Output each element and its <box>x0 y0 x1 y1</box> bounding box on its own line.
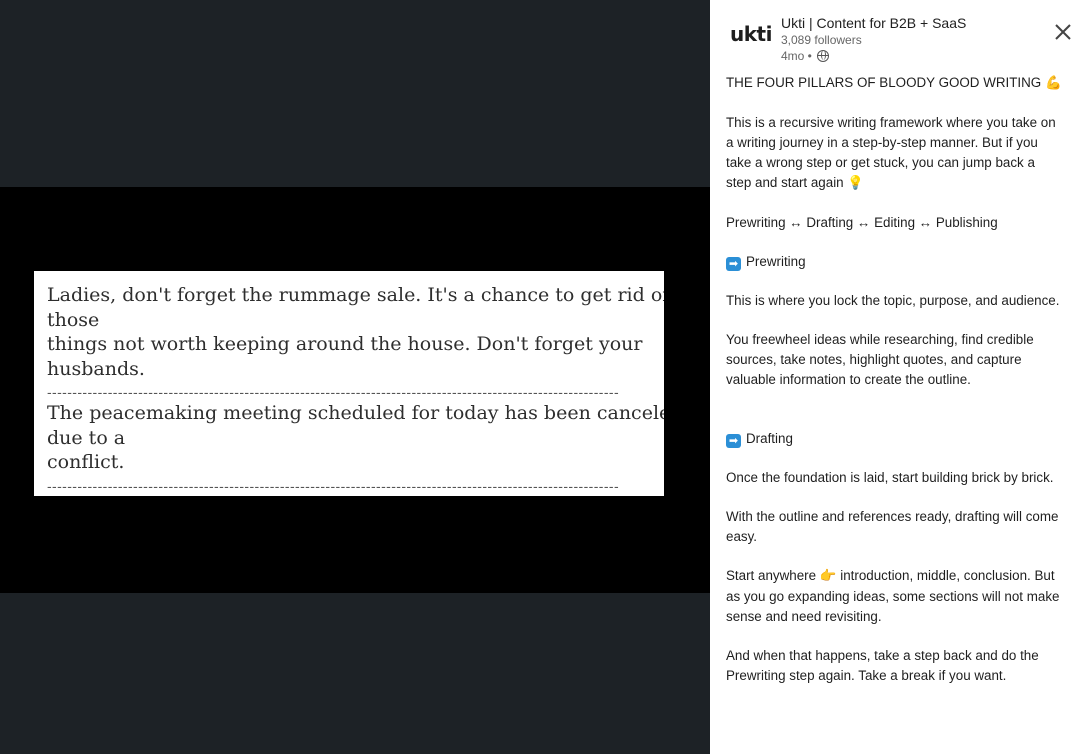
post-paragraph: And when that happens, take a step back … <box>726 648 1039 683</box>
section-heading-text: Drafting <box>746 431 793 446</box>
post-meta: 4mo • <box>781 49 829 63</box>
post-paragraph: This is where you lock the topic, purpos… <box>726 293 1060 308</box>
section-heading-text: Prewriting <box>746 254 806 269</box>
post-title-text: THE FOUR PILLARS OF BLOODY GOOD WRITING <box>726 75 1042 90</box>
flexed-biceps-icon: 💪 <box>1044 76 1062 91</box>
company-logo[interactable]: ukti <box>730 22 772 46</box>
post-header: ukti Ukti | Content for B2B + SaaS 3,089… <box>710 0 1078 72</box>
arrow-right-icon: ➡ <box>726 434 741 448</box>
post-paragraph: You freewheel ideas while researching, f… <box>726 332 1034 387</box>
image-divider: ----------------------------------------… <box>47 385 620 399</box>
post-title: THE FOUR PILLARS OF BLOODY GOOD WRITING … <box>726 73 1062 94</box>
post-paragraph: Start anywhere 👉 introduction, middle, c… <box>726 566 1062 627</box>
post-paragraph: Once the foundation is laid, start build… <box>726 470 1054 485</box>
follower-count: 3,089 followers <box>781 33 862 47</box>
section-heading: ➡ Drafting <box>726 429 1062 449</box>
post-text: THE FOUR PILLARS OF BLOODY GOOD WRITING … <box>710 73 1078 686</box>
post-paragraph: This is a recursive writing framework wh… <box>726 113 1062 194</box>
close-icon <box>1055 24 1071 40</box>
image-text-line: conflict. <box>47 451 125 473</box>
paragraph-text: Start anywhere <box>726 568 817 583</box>
post-time: 4mo • <box>781 49 812 63</box>
image-text-line: due to a <box>47 426 126 449</box>
close-button[interactable] <box>1052 21 1074 43</box>
media-band: Ladies, don't forget the rummage sale. I… <box>0 187 710 593</box>
image-text-line: Ladies, don't forget the rummage sale. I… <box>47 284 664 306</box>
image-text-line: things not worth keeping around the hous… <box>47 333 643 355</box>
post-image[interactable]: Ladies, don't forget the rummage sale. I… <box>34 271 664 496</box>
pointing-hand-icon: 👉 <box>819 569 837 584</box>
arrow-right-icon: ➡ <box>726 257 741 271</box>
author-name[interactable]: Ukti | Content for B2B + SaaS <box>781 15 966 31</box>
post-sidebar: ukti Ukti | Content for B2B + SaaS 3,089… <box>710 0 1078 754</box>
image-text-line: those <box>47 308 100 331</box>
light-bulb-icon: 💡 <box>847 176 865 191</box>
globe-icon <box>816 50 829 62</box>
section-heading: ➡ Prewriting <box>726 252 1062 272</box>
image-text-line: The peacemaking meeting scheduled for to… <box>47 402 664 424</box>
image-divider: ----------------------------------------… <box>47 478 620 493</box>
intro-text: This is a recursive writing framework wh… <box>726 115 1056 190</box>
post-paragraph: With the outline and references ready, d… <box>726 509 1059 544</box>
media-viewer: Ladies, don't forget the rummage sale. I… <box>0 0 710 754</box>
post-paragraph: Prewriting ↔ Drafting ↔ Editing ↔ Publis… <box>726 215 998 230</box>
image-text-line: husbands. <box>47 357 145 380</box>
